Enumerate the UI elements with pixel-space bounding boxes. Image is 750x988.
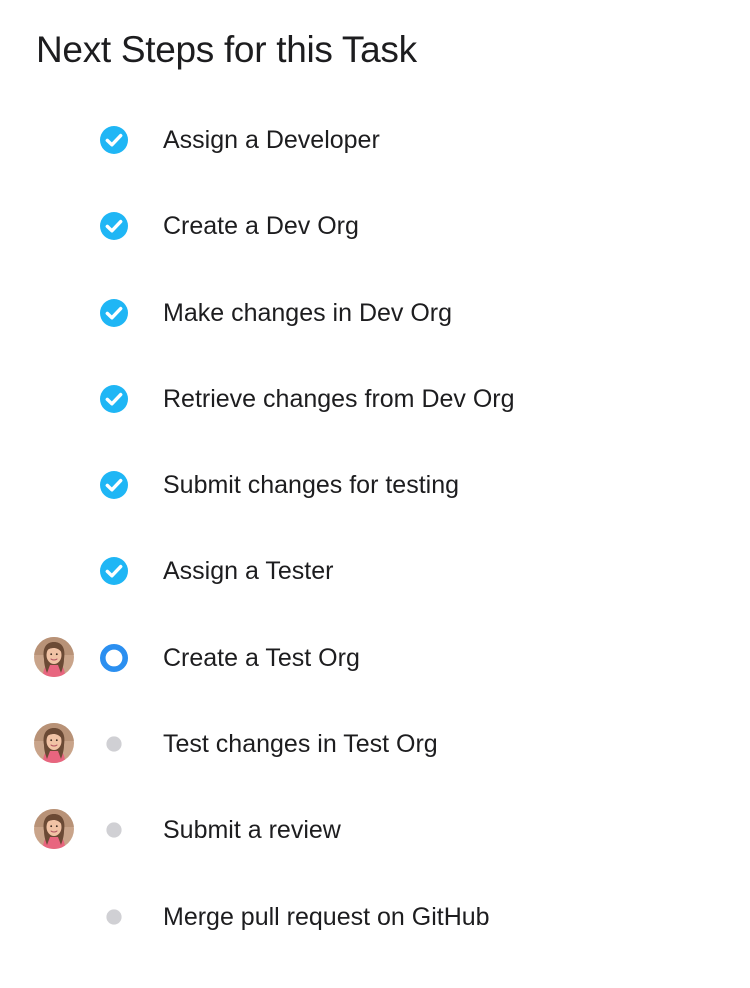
task-step-label[interactable]: Test changes in Test Org	[163, 729, 438, 759]
assignee-avatar[interactable]	[34, 723, 74, 764]
check-circle-icon	[99, 470, 129, 500]
task-step[interactable]: Merge pull request on GitHub	[0, 875, 750, 961]
task-step[interactable]: Retrieve changes from Dev Org	[0, 357, 750, 443]
task-step-label[interactable]: Submit changes for testing	[163, 470, 459, 500]
task-step[interactable]: Create a Dev Org	[0, 184, 750, 270]
assignee-avatar[interactable]	[34, 809, 74, 850]
task-step-label[interactable]: Merge pull request on GitHub	[163, 902, 490, 932]
task-step-label[interactable]: Submit a review	[163, 815, 341, 845]
task-step-label[interactable]: Make changes in Dev Org	[163, 298, 452, 328]
page-title: Next Steps for this Task	[36, 29, 417, 70]
check-circle-icon	[99, 556, 129, 586]
task-step-label[interactable]: Create a Test Org	[163, 643, 360, 673]
task-step-label[interactable]: Retrieve changes from Dev Org	[163, 384, 515, 414]
dot-icon	[99, 902, 129, 932]
dot-icon	[99, 815, 129, 845]
task-step[interactable]: Test changes in Test Org	[0, 702, 750, 788]
assignee-avatar[interactable]	[34, 636, 74, 677]
check-circle-icon	[99, 125, 129, 155]
task-steps-list: Assign a Developer Create a Dev Org Make c…	[0, 98, 750, 961]
task-step[interactable]: Assign a Developer	[0, 98, 750, 184]
task-step-label[interactable]: Create a Dev Org	[163, 211, 359, 241]
task-step[interactable]: Create a Test Org	[0, 616, 750, 702]
ring-circle-icon	[99, 643, 129, 673]
check-circle-icon	[99, 211, 129, 241]
task-step-label[interactable]: Assign a Tester	[163, 556, 333, 586]
check-circle-icon	[99, 298, 129, 328]
task-step[interactable]: Submit changes for testing	[0, 443, 750, 529]
check-circle-icon	[99, 384, 129, 414]
task-step[interactable]: Assign a Tester	[0, 529, 750, 615]
task-step[interactable]: Submit a review	[0, 788, 750, 874]
task-step-label[interactable]: Assign a Developer	[163, 125, 380, 155]
task-step[interactable]: Make changes in Dev Org	[0, 271, 750, 357]
dot-icon	[99, 729, 129, 759]
